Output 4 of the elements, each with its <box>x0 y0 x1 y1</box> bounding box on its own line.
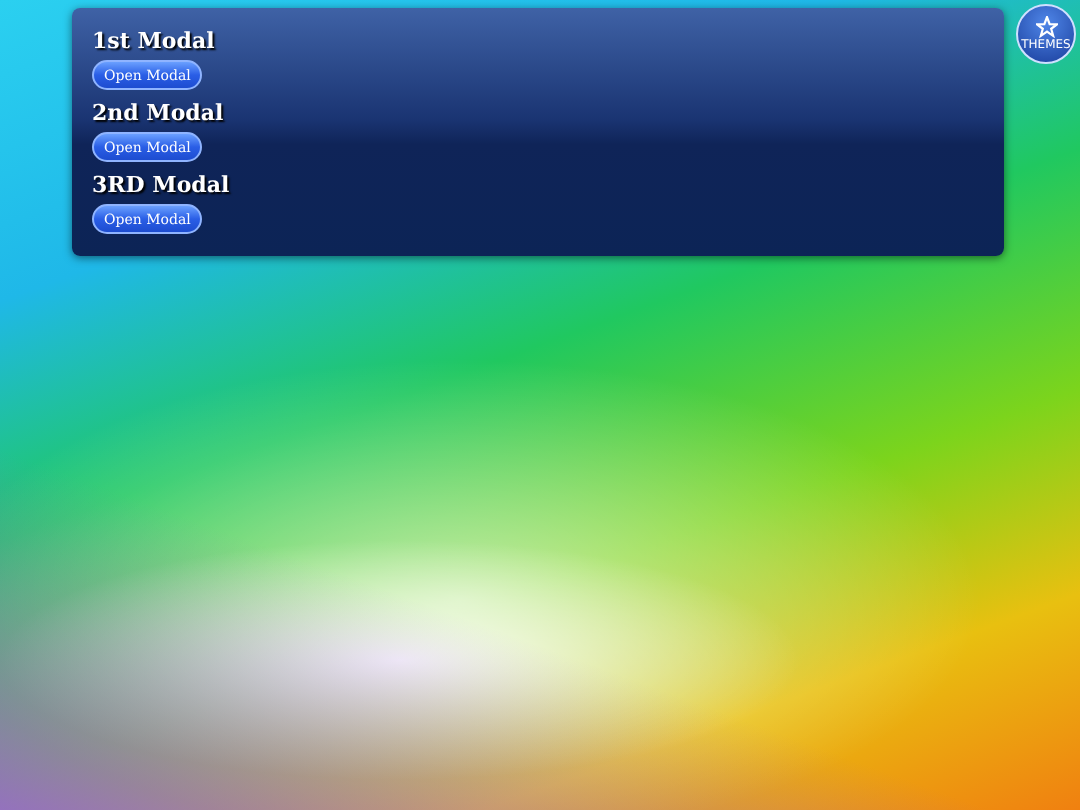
modal-title: 2nd Modal <box>92 98 224 130</box>
modal-title: 3RD Modal <box>92 170 230 202</box>
star-icon <box>1035 16 1057 38</box>
modal-title: 1st Modal <box>92 26 215 58</box>
